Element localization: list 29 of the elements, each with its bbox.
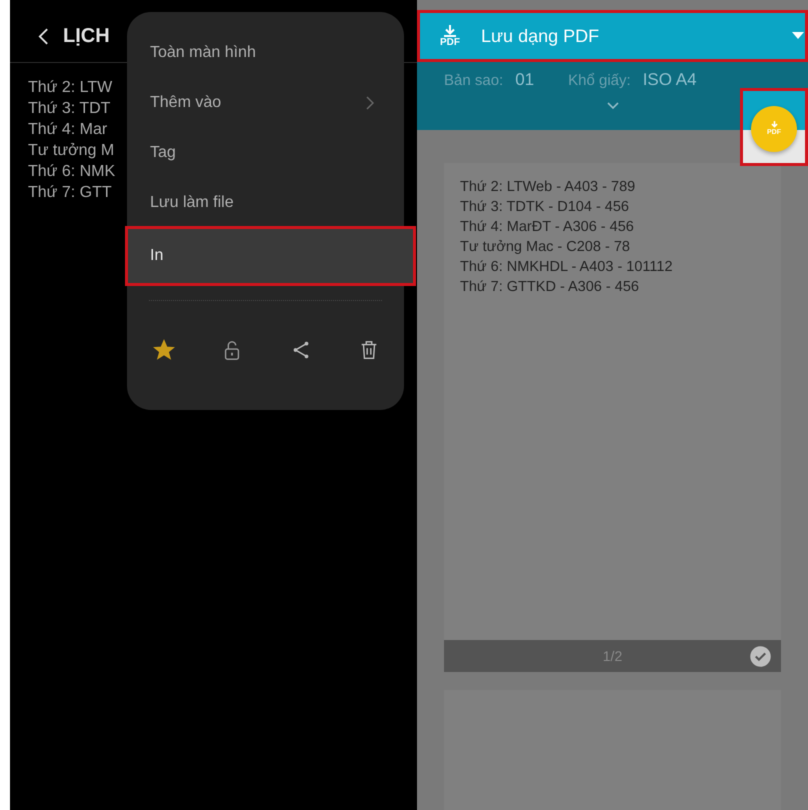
note-line: Thứ 4: Mar [28,120,108,140]
page-text-line: Thứ 6: NMKHDL - A403 - 101112 [460,258,674,277]
note-line: Thứ 7: GTT [28,183,113,203]
expand-chevron-icon[interactable] [606,102,618,110]
icon-label: PDF [440,36,460,48]
setting-label: Bản sao: [444,72,504,89]
note-line: Tư tưởng M [28,141,116,161]
menu-item[interactable]: Tag [127,128,404,178]
page-text-line: Tư tưởng Mac - C208 - 78 [460,238,631,257]
menu-item[interactable]: Lưu làm file [127,178,404,228]
page-text-line: Thứ 7: GTTKD - A306 - 456 [460,278,640,297]
download-arrow-icon [770,121,778,129]
chevron-right-icon [366,96,374,110]
star-icon[interactable] [153,339,175,361]
setting-label: Khổ giấy: [568,72,631,89]
note-title: LỊCH [63,24,110,48]
menu-item[interactable]: Toàn màn hình [127,28,404,78]
checked-circle-icon[interactable] [750,646,771,667]
menu-item[interactable]: Thêm vào [127,78,404,128]
page-text-line: Thứ 2: LTWeb - A403 - 789 [460,178,636,197]
menu-item[interactable]: In [127,228,414,284]
download-arrow-icon [443,24,457,36]
dropdown-triangle-icon [792,32,804,40]
note-line: Thứ 2: LTW [28,78,114,98]
back-icon[interactable] [38,26,49,46]
page-text-line: Thứ 4: MarĐT - A306 - 456 [460,218,635,237]
note-line: Thứ 3: TDT [28,99,112,119]
note-line: Thứ 6: NMK [28,162,116,182]
page-text-line: Thứ 3: TDTK - D104 - 456 [460,198,630,217]
